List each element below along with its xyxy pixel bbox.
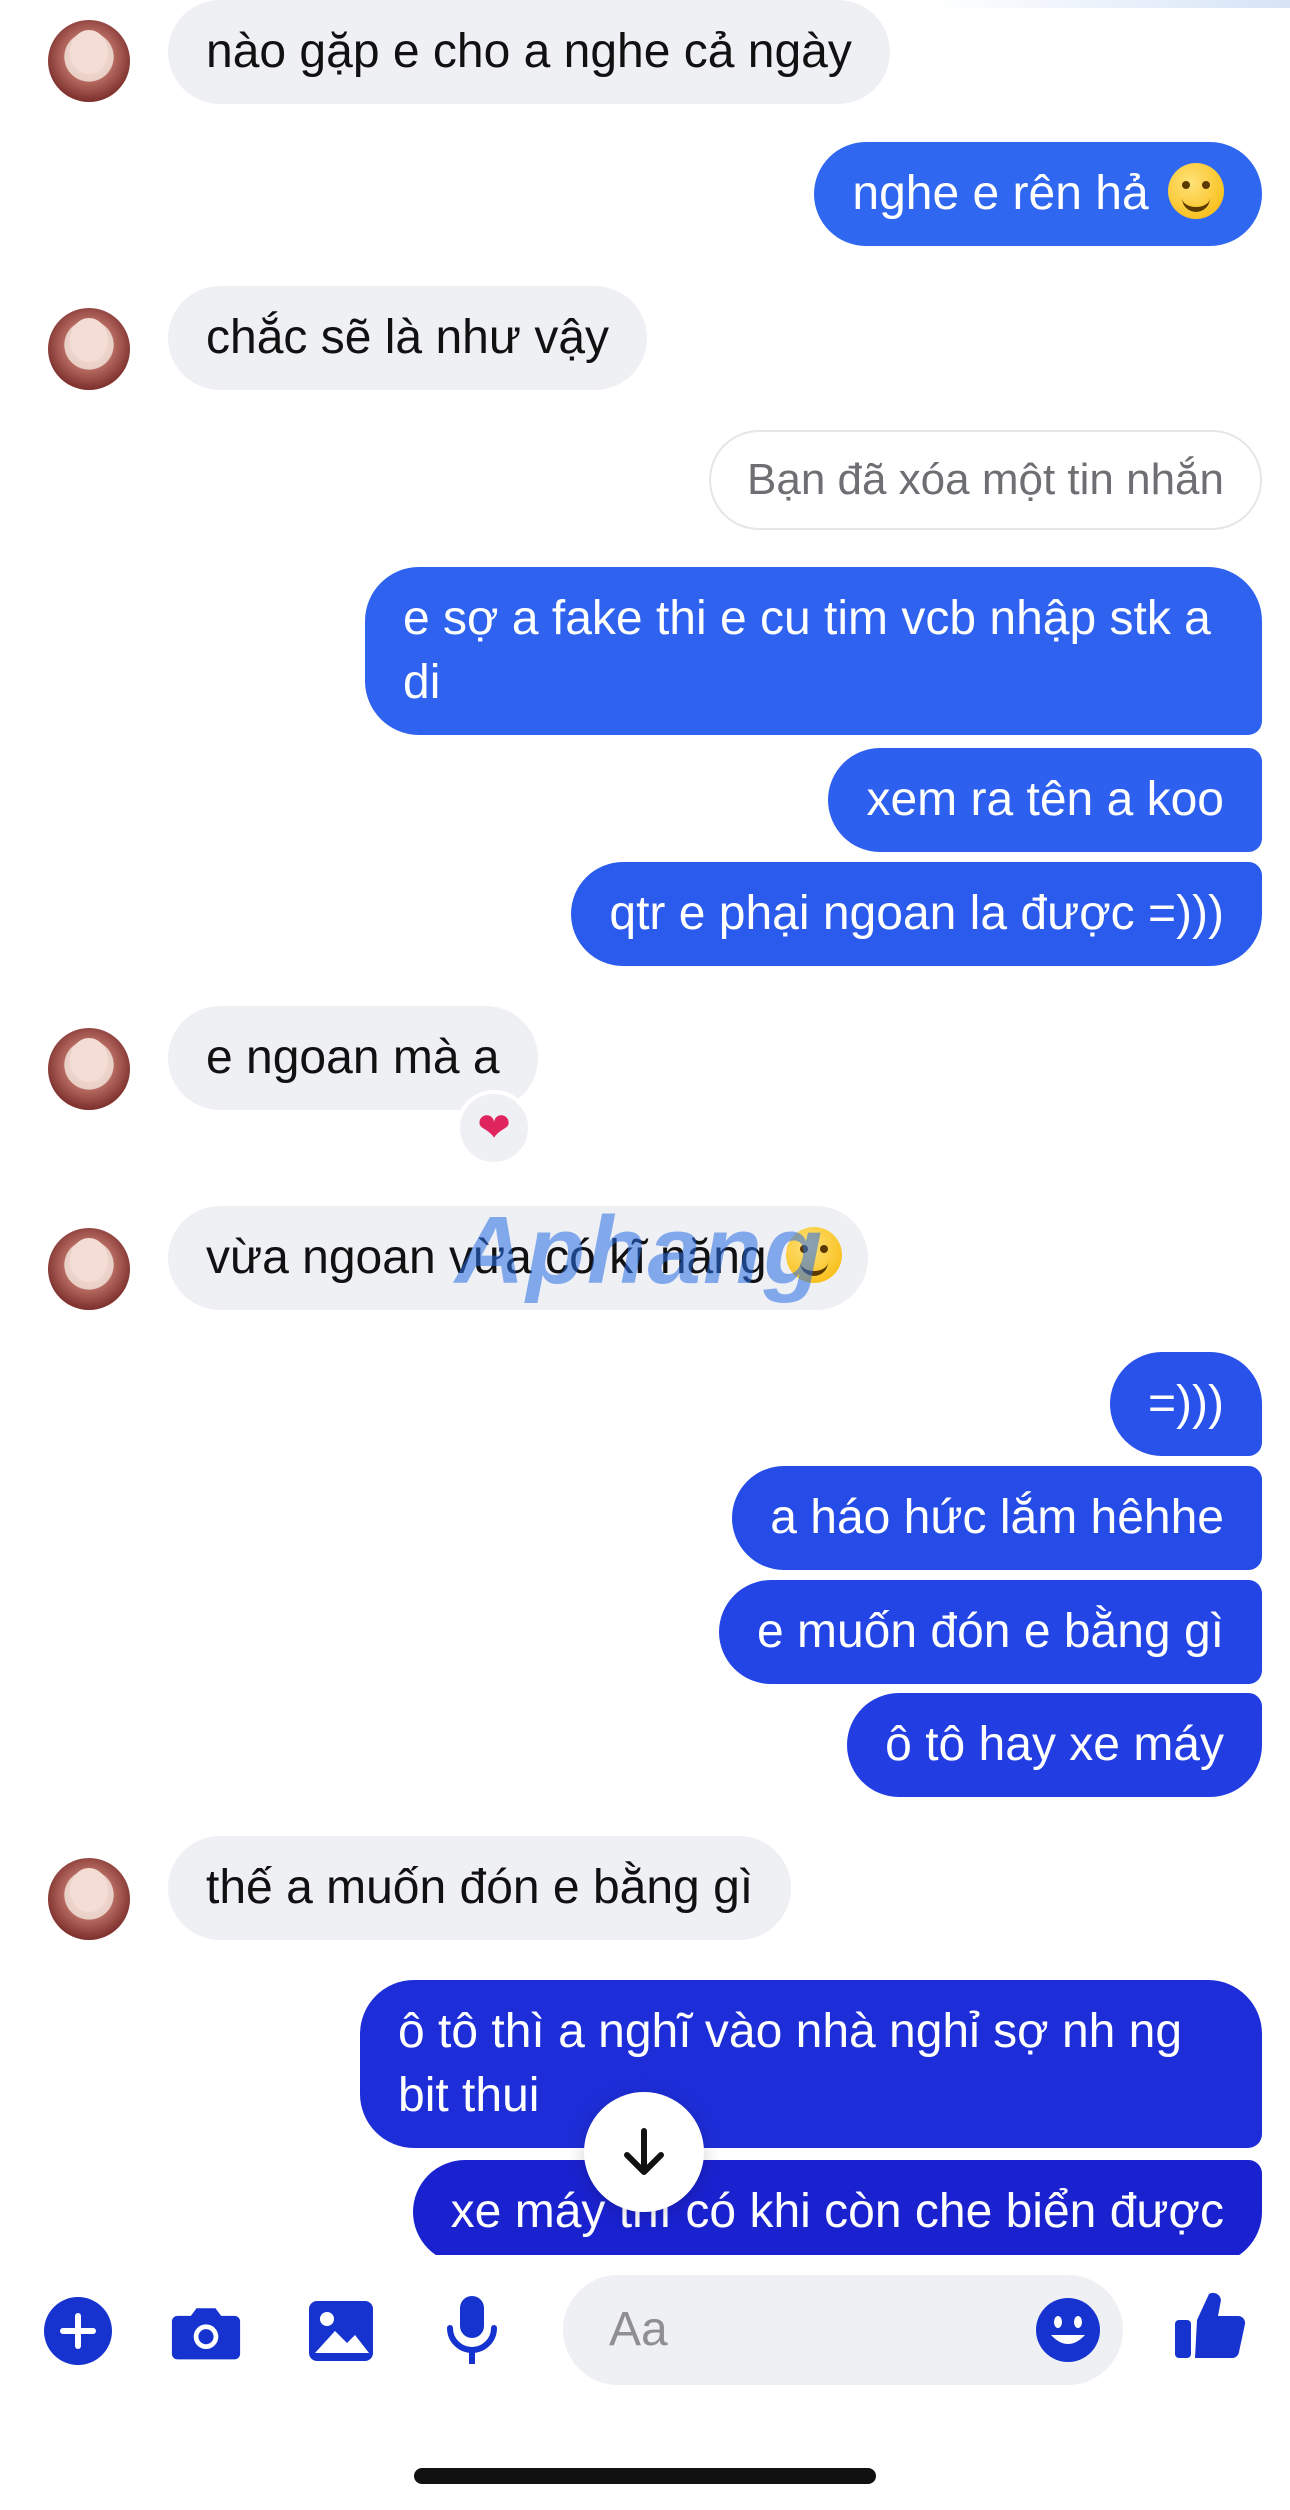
contact-avatar[interactable] xyxy=(48,20,130,102)
message-bubble-outgoing[interactable]: e muốn đón e bằng gì xyxy=(718,1580,1262,1684)
message-bubble-outgoing[interactable]: xem ra tên a koo xyxy=(828,748,1262,852)
composer-bar: Aa xyxy=(0,2255,1290,2405)
message-bubble-incoming[interactable]: nào gặp e cho a nghe cả ngày xyxy=(168,0,890,104)
message-bubble-incoming[interactable]: chắc sẽ là như vậy xyxy=(168,286,648,390)
camera-icon xyxy=(171,2308,241,2360)
voice-button[interactable] xyxy=(436,2295,508,2367)
contact-avatar[interactable] xyxy=(48,1858,130,1940)
message-thread[interactable]: nào gặp e cho a nghe cả ngày nghe e rên … xyxy=(0,0,1290,2255)
message-bubble-outgoing[interactable]: ô tô thì a nghĩ vào nhà nghỉ sợ nh ng bi… xyxy=(360,1980,1262,2148)
contact-avatar[interactable] xyxy=(48,308,130,390)
message-bubble-outgoing[interactable]: xe máy thì có khi còn che biển được xyxy=(412,2160,1262,2255)
message-bubble-incoming[interactable]: thế a muốn đón e bằng gì xyxy=(168,1836,792,1940)
add-button[interactable] xyxy=(42,2295,114,2367)
microphone-icon xyxy=(447,2296,497,2364)
message-bubble-incoming[interactable]: vừa ngoan vừa có kĩ năng xyxy=(168,1206,868,1310)
message-bubble-outgoing[interactable]: nghe e rên hả xyxy=(814,142,1262,246)
message-text: vừa ngoan vừa có kĩ năng xyxy=(206,1231,767,1284)
deleted-message-notice: Bạn đã xóa một tin nhắn xyxy=(709,430,1262,530)
message-bubble-outgoing[interactable]: qtr e phại ngoan la được =))) xyxy=(571,862,1262,966)
gallery-button[interactable] xyxy=(305,2295,377,2367)
message-input[interactable]: Aa xyxy=(563,2275,1123,2385)
like-button[interactable] xyxy=(1170,2285,1250,2365)
message-input-placeholder: Aa xyxy=(609,2303,668,2356)
arrow-down-icon xyxy=(624,2128,664,2175)
image-icon xyxy=(309,2301,373,2361)
scroll-to-bottom-button[interactable] xyxy=(584,2092,704,2212)
emoji-icon xyxy=(1036,2298,1100,2362)
smirk-face-emoji xyxy=(785,1227,842,1283)
home-indicator[interactable] xyxy=(414,2468,876,2484)
yum-face-emoji xyxy=(1168,163,1224,219)
message-bubble-outgoing[interactable]: a háo hức lắm hêhhe xyxy=(732,1466,1262,1570)
emoji-button[interactable] xyxy=(1031,2293,1105,2367)
camera-button[interactable] xyxy=(170,2295,242,2367)
heart-reaction-icon[interactable]: ❤ xyxy=(456,1090,532,1166)
message-bubble-outgoing[interactable]: ô tô hay xe máy xyxy=(847,1693,1262,1797)
message-text: nghe e rên hả xyxy=(852,167,1149,220)
message-bubble-outgoing[interactable]: =))) xyxy=(1110,1352,1262,1456)
plus-icon xyxy=(44,2297,112,2365)
thumbs-up-icon xyxy=(1175,2292,1246,2359)
contact-avatar[interactable] xyxy=(48,1028,130,1110)
contact-avatar[interactable] xyxy=(48,1228,130,1310)
message-bubble-outgoing[interactable]: e sợ a fake thi e cu tim vcb nhập stk a … xyxy=(365,567,1262,735)
